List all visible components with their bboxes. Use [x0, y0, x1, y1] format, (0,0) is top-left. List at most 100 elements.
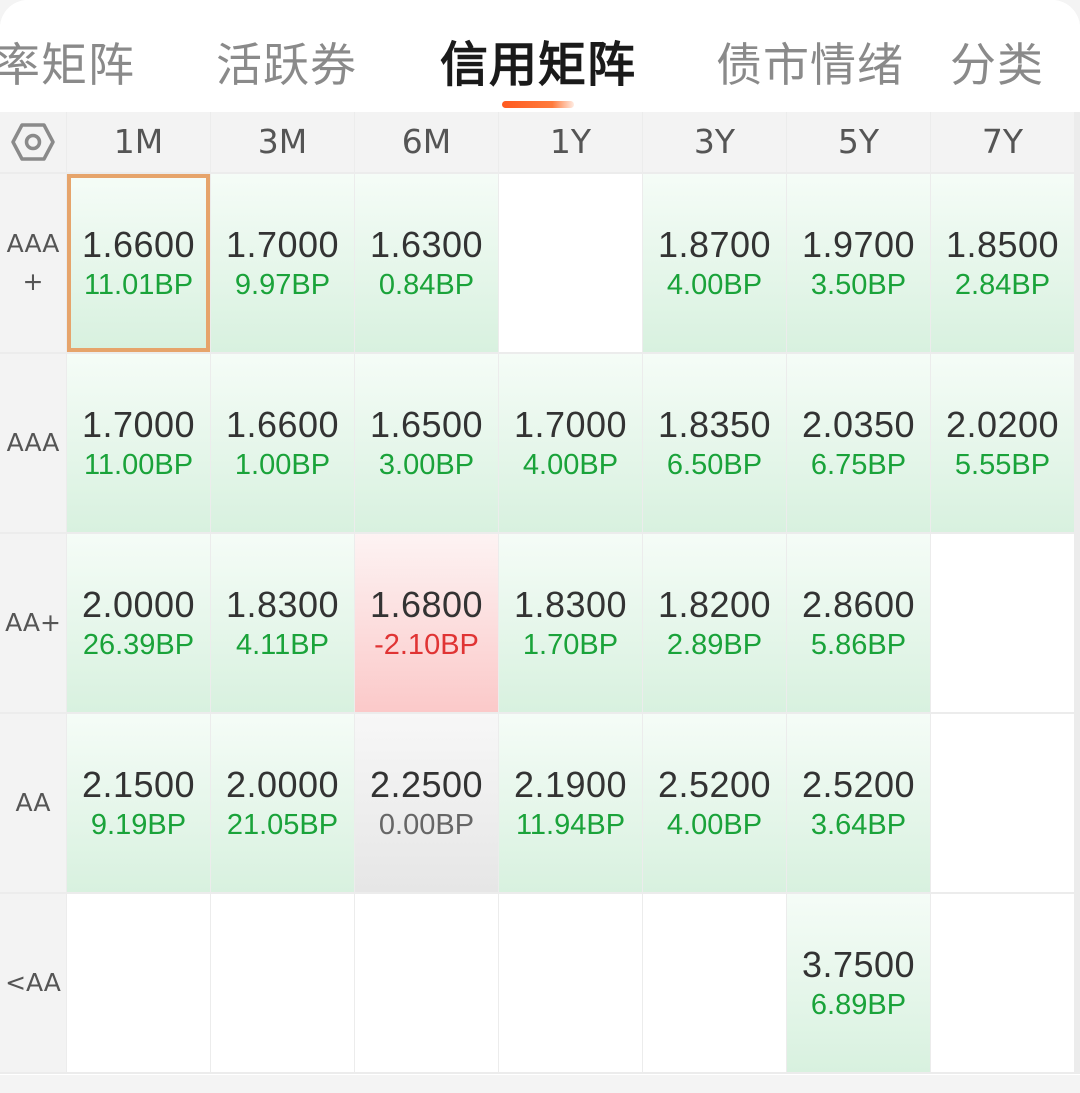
credit-matrix-page: 率矩阵 活跃券 信用矩阵 债市情绪 分类 1M 3M 6M 1Y 3Y 5Y 7Y AAA +1…	[0, 0, 1080, 1093]
matrix-cell[interactable]: 3.7500 6.89BP	[787, 894, 930, 1072]
matrix-cell[interactable]: 2.0350 6.75BP	[787, 354, 930, 532]
row-label-line1: AAA	[6, 229, 60, 258]
yield-value: 3.7500	[801, 944, 916, 985]
matrix-cell[interactable]: 2.8600 5.86BP	[787, 534, 930, 712]
tab-credit-matrix[interactable]: 信用矩阵	[440, 34, 636, 96]
column-header-5y: 5Y	[787, 112, 930, 172]
yield-value: 1.8300	[225, 584, 340, 625]
row-label: <AA	[0, 894, 66, 1072]
tab-bond-sentiment[interactable]: 债市情绪	[716, 34, 904, 96]
row-label-text: AAA	[7, 424, 60, 462]
row-label-text: AA	[16, 784, 51, 822]
yield-value: 2.8600	[801, 584, 916, 625]
matrix-cell[interactable]: 1.7000 9.97BP	[211, 174, 354, 352]
matrix-cell-empty	[643, 894, 786, 1072]
bp-change: 9.19BP	[90, 809, 187, 841]
matrix-cell-empty	[931, 714, 1074, 892]
matrix-cell[interactable]: 1.6300 0.84BP	[355, 174, 498, 352]
bp-change: 3.64BP	[810, 809, 907, 841]
yield-value: 2.0350	[801, 404, 916, 445]
yield-value: 1.8700	[657, 224, 772, 265]
bp-change: 1.70BP	[522, 629, 619, 661]
column-header-1m: 1M	[67, 112, 210, 172]
column-header-3y: 3Y	[643, 112, 786, 172]
yield-value: 1.8350	[657, 404, 772, 445]
bp-change: 9.97BP	[234, 269, 331, 301]
row-label: AA	[0, 714, 66, 892]
matrix-cell[interactable]: 2.5200 3.64BP	[787, 714, 930, 892]
matrix-cell-empty	[931, 534, 1074, 712]
row-label-text: AA+	[5, 604, 61, 642]
bp-change: 5.86BP	[810, 629, 907, 661]
matrix-cell[interactable]: 1.8350 6.50BP	[643, 354, 786, 532]
yield-value: 1.6600	[81, 224, 196, 265]
yield-value: 1.8200	[657, 584, 772, 625]
bp-change: 5.55BP	[954, 449, 1051, 481]
matrix-cell[interactable]: 1.7000 4.00BP	[499, 354, 642, 532]
matrix-cell[interactable]: 1.6600 1.00BP	[211, 354, 354, 532]
matrix-cell[interactable]: 1.9700 3.50BP	[787, 174, 930, 352]
column-header-7y: 7Y	[931, 112, 1074, 172]
bp-change: 2.89BP	[666, 629, 763, 661]
yield-value: 1.9700	[801, 224, 916, 265]
matrix-cell[interactable]: 1.6600 11.01BP	[67, 174, 210, 352]
yield-value: 2.5200	[657, 764, 772, 805]
row-label: AA+	[0, 534, 66, 712]
matrix-cell[interactable]: 1.6800 -2.10BP	[355, 534, 498, 712]
row-label-line2: +	[22, 267, 44, 296]
yield-value: 2.0000	[81, 584, 196, 625]
tab-active-bonds[interactable]: 活跃券	[216, 34, 357, 96]
tab-rate-matrix[interactable]: 率矩阵	[0, 34, 135, 96]
yield-value: 2.1900	[513, 764, 628, 805]
bp-change: 4.00BP	[522, 449, 619, 481]
active-tab-indicator	[502, 101, 574, 108]
matrix-cell[interactable]: 2.0200 5.55BP	[931, 354, 1074, 532]
matrix-cell[interactable]: 1.8700 4.00BP	[643, 174, 786, 352]
matrix-cell[interactable]: 1.7000 11.00BP	[67, 354, 210, 532]
yield-value: 1.8500	[945, 224, 1060, 265]
yield-value: 2.0000	[225, 764, 340, 805]
matrix-cell-empty	[211, 894, 354, 1072]
matrix-cell[interactable]: 2.0000 26.39BP	[67, 534, 210, 712]
row-label-text: <AA	[5, 964, 61, 1002]
bp-change: 4.11BP	[236, 629, 329, 661]
bp-change: 11.01BP	[83, 269, 194, 301]
column-header-1y: 1Y	[499, 112, 642, 172]
matrix-cell[interactable]: 1.8200 2.89BP	[643, 534, 786, 712]
row-label: AAA	[0, 354, 66, 532]
bp-change: 6.75BP	[810, 449, 907, 481]
matrix-cell[interactable]: 1.6500 3.00BP	[355, 354, 498, 532]
column-header-6m: 6M	[355, 112, 498, 172]
matrix-settings-button[interactable]	[0, 112, 66, 172]
matrix-cell-empty	[67, 894, 210, 1072]
bp-change: 26.39BP	[82, 629, 195, 661]
matrix-cell[interactable]: 2.2500 0.00BP	[355, 714, 498, 892]
yield-value: 2.5200	[801, 764, 916, 805]
bp-change: 1.00BP	[234, 449, 331, 481]
matrix-cell[interactable]: 2.0000 21.05BP	[211, 714, 354, 892]
yield-value: 1.7000	[513, 404, 628, 445]
yield-value: 1.8300	[513, 584, 628, 625]
matrix-cell[interactable]: 1.8500 2.84BP	[931, 174, 1074, 352]
yield-value: 1.6500	[369, 404, 484, 445]
matrix-cell[interactable]: 2.5200 4.00BP	[643, 714, 786, 892]
matrix-cell-empty	[499, 894, 642, 1072]
bp-change: -2.10BP	[374, 629, 479, 661]
matrix-cell[interactable]: 1.8300 1.70BP	[499, 534, 642, 712]
bp-change: 3.50BP	[810, 269, 907, 301]
matrix-cell[interactable]: 1.8300 4.11BP	[211, 534, 354, 712]
content-card: 率矩阵 活跃券 信用矩阵 债市情绪 分类 1M 3M 6M 1Y 3Y 5Y 7Y AAA +1…	[0, 0, 1080, 1075]
row-label-text: AAA +	[7, 225, 60, 301]
bp-change: 4.00BP	[666, 269, 763, 301]
yield-value: 1.7000	[81, 404, 196, 445]
tab-category[interactable]: 分类	[950, 34, 1044, 96]
yield-value: 2.0200	[945, 404, 1060, 445]
yield-value: 2.1500	[81, 764, 196, 805]
matrix-cell[interactable]: 2.1500 9.19BP	[67, 714, 210, 892]
credit-matrix-grid: 1M 3M 6M 1Y 3Y 5Y 7Y AAA +1.6600 11.01BP 1.7000 9.9…	[0, 112, 1080, 1074]
row-label-line1: <AA	[5, 968, 61, 997]
matrix-cell[interactable]: 2.1900 11.94BP	[499, 714, 642, 892]
bp-change: 11.00BP	[83, 449, 194, 481]
yield-value: 2.2500	[369, 764, 484, 805]
bp-change: 6.89BP	[810, 989, 907, 1021]
